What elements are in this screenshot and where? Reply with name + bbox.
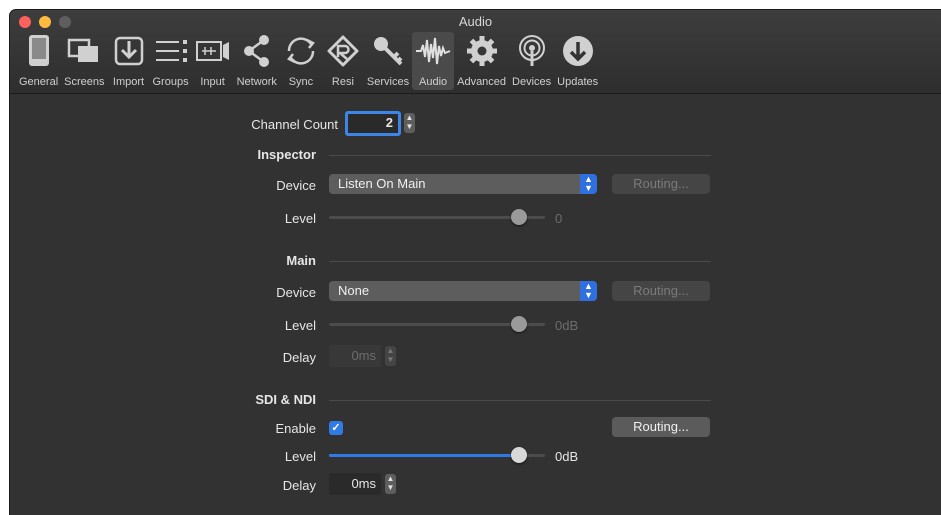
input-icon [195,41,229,61]
screens-icon [68,38,99,62]
title-bar: Audio General Screens Import Groups Inpu… [10,10,941,94]
audio-icon [416,37,451,65]
import-icon [114,36,143,66]
chevron-updown-icon: ▲ ▼ [580,174,597,194]
tab-groups[interactable]: Groups [150,32,192,90]
preferences-toolbar: General Screens Import Groups Input Netw… [16,32,601,92]
section-divider [329,155,711,156]
tab-general[interactable]: General [16,32,61,90]
devices-icon [518,35,545,66]
tab-input[interactable]: Input [192,32,234,90]
sdi-ndi-enable-checkbox[interactable]: ✓ [329,421,343,435]
services-icon [374,37,403,66]
main-delay-label: Delay [282,350,316,365]
inspector-level-knob[interactable] [511,209,527,225]
inspector-device-label: Device [276,178,316,193]
main-delay-stepper[interactable]: ▲ ▼ [385,346,396,366]
sdi-ndi-level-fill [329,454,519,457]
sdi-ndi-delay-stepper[interactable]: ▲ ▼ [385,474,396,494]
sdi-ndi-delay-label: Delay [282,478,316,493]
section-divider [329,261,711,262]
tab-advanced[interactable]: Advanced [454,32,509,90]
tab-audio[interactable]: Audio [412,32,455,90]
sdi-ndi-routing-button[interactable]: Routing... [612,417,710,437]
main-device-select[interactable]: None ▲ ▼ [329,281,597,301]
channel-count-stepper[interactable]: ▲ ▼ [404,113,415,133]
inspector-level-label: Level [284,211,316,226]
sync-icon [286,37,315,65]
general-icon [28,35,49,66]
tab-network[interactable]: Network [234,32,280,90]
tab-updates[interactable]: Updates [554,32,601,90]
main-routing-button[interactable]: Routing... [612,281,710,301]
tab-devices[interactable]: Devices [509,32,554,90]
preferences-window: Audio General Screens Import Groups Inpu… [10,10,941,515]
resi-icon [327,35,359,67]
main-section-heading: Main [286,253,316,268]
audio-settings-panel: Channel Count 2 ▲ ▼ Inspector Device List… [10,95,941,515]
sdi-ndi-level-label: Level [284,449,316,464]
tab-sync[interactable]: Sync [280,32,322,90]
tab-import[interactable]: Import [108,32,150,90]
advanced-icon [466,36,497,66]
main-level-knob[interactable] [511,316,527,332]
sdi-ndi-level-value: 0dB [555,449,579,464]
network-icon [243,35,269,67]
main-device-value: None [338,283,370,298]
main-delay-field[interactable]: 0ms [329,345,381,367]
main-level-label: Level [284,318,316,333]
section-divider [329,400,711,401]
sdi-ndi-section-heading: SDI & NDI [255,392,316,407]
groups-icon [155,40,187,62]
inspector-device-select[interactable]: Listen On Main ▲ ▼ [329,174,597,194]
tab-resi[interactable]: Resi [322,32,364,90]
main-level-value: 0dB [555,318,579,333]
inspector-device-value: Listen On Main [338,176,426,191]
channel-count-label: Channel Count [251,117,338,132]
inspector-routing-button[interactable]: Routing... [612,174,710,194]
tab-services[interactable]: Services [364,32,412,90]
chevron-updown-icon: ▲ ▼ [580,281,597,301]
sdi-ndi-enable-label: Enable [275,421,316,436]
sdi-ndi-delay-field[interactable]: 0ms [329,473,381,495]
main-device-label: Device [276,285,316,300]
channel-count-field[interactable]: 2 [345,111,401,136]
tab-screens[interactable]: Screens [61,32,107,90]
sdi-ndi-level-knob[interactable] [511,447,527,463]
window-title: Audio [458,14,493,29]
inspector-level-value: 0 [555,211,563,226]
inspector-section-heading: Inspector [257,147,316,162]
updates-icon [562,36,593,66]
